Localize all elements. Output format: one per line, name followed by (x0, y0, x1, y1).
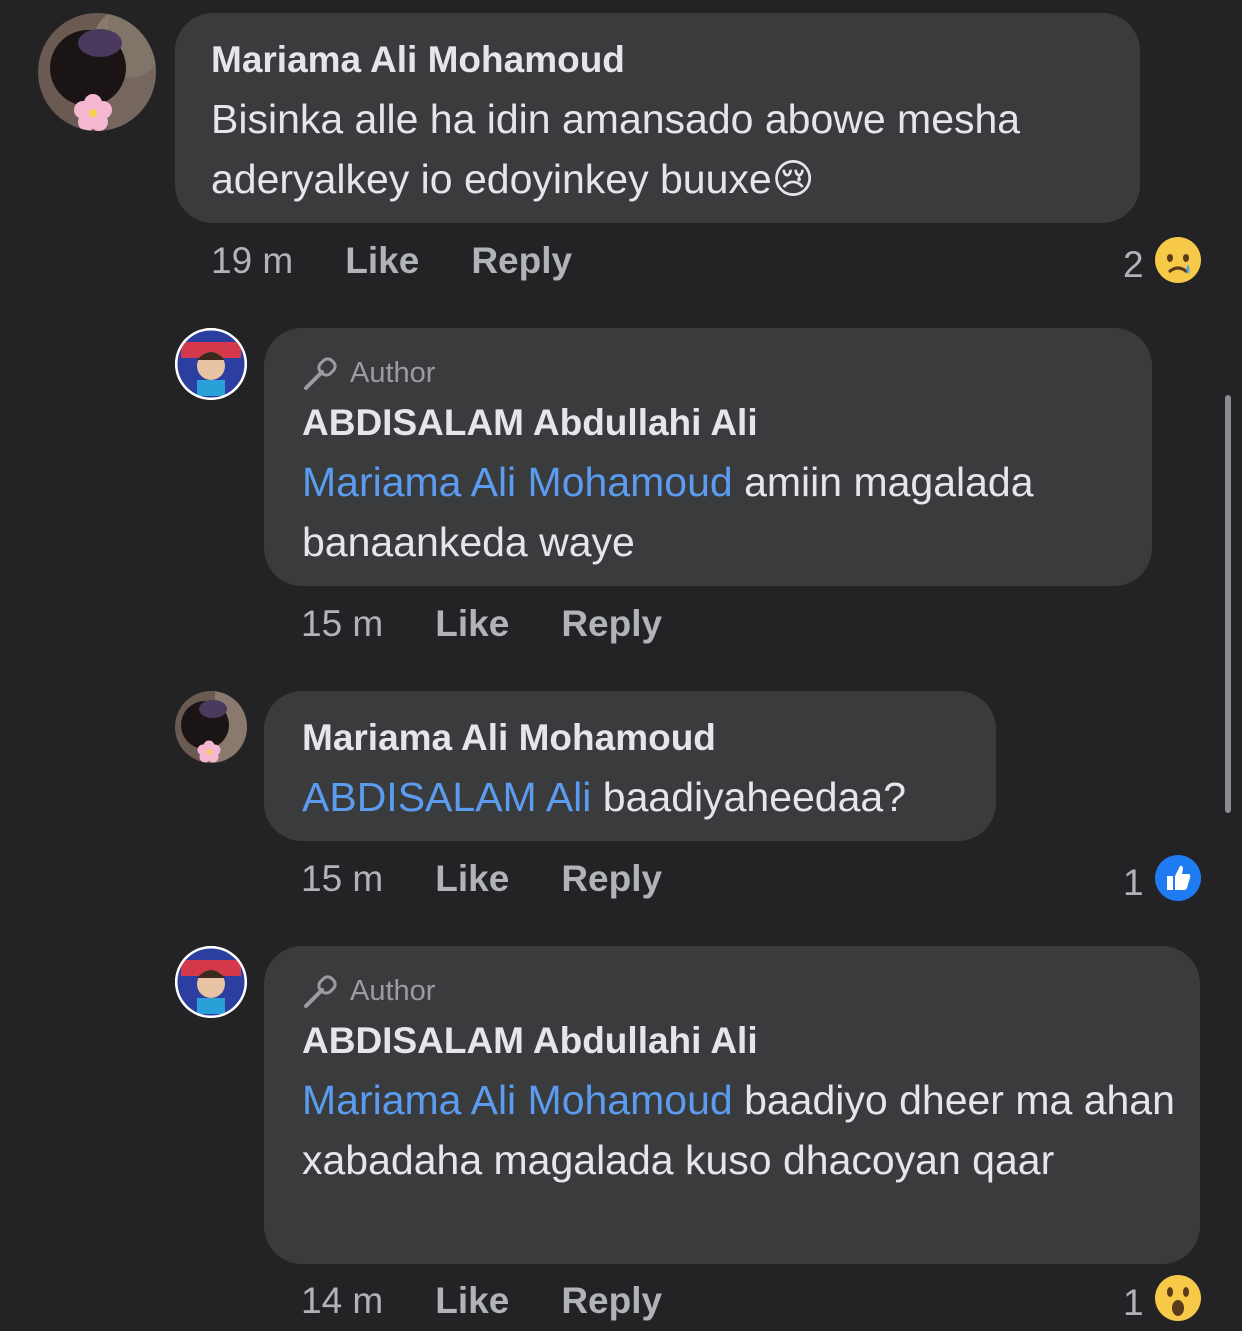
microphone-icon (304, 975, 337, 1008)
like-button[interactable]: Like (435, 858, 509, 900)
comment-author[interactable]: Mariama Ali Mohamoud (302, 717, 716, 759)
comment-author[interactable]: Mariama Ali Mohamoud (211, 39, 625, 81)
comment-author[interactable]: ABDISALAM Abdullahi Ali (302, 1020, 758, 1062)
author-badge: Author (302, 974, 435, 1008)
reaction-summary[interactable]: 1 (1123, 1274, 1202, 1331)
sad-reaction-icon (1154, 236, 1202, 293)
crying-emoji: 😢 (771, 156, 815, 202)
comment-actions: 15 m Like Reply (301, 858, 662, 900)
reaction-count: 1 (1123, 1281, 1144, 1323)
comment-timestamp[interactable]: 15 m (301, 603, 383, 645)
microphone-icon (304, 357, 337, 390)
mention-link[interactable]: ABDISALAM Ali (302, 774, 591, 820)
reply-button[interactable]: Reply (471, 240, 572, 282)
comment-timestamp[interactable]: 19 m (211, 240, 293, 282)
comment-bubble[interactable]: Mariama Ali Mohamoud ABDISALAM Ali baadi… (264, 691, 996, 841)
comment-actions: 19 m Like Reply (211, 240, 572, 282)
like-button[interactable]: Like (345, 240, 419, 282)
comment-actions: 14 m Like Reply (301, 1280, 662, 1322)
reaction-summary[interactable]: 1 (1123, 854, 1202, 911)
reply-button[interactable]: Reply (561, 1280, 662, 1322)
author-tag-label: Author (350, 974, 436, 1007)
reply-button[interactable]: Reply (561, 858, 662, 900)
wow-reaction-icon (1154, 1274, 1202, 1331)
comment-timestamp[interactable]: 14 m (301, 1280, 383, 1322)
comment-bubble[interactable]: Author ABDISALAM Abdullahi Ali Mariama A… (264, 946, 1200, 1264)
scrollbar[interactable] (1225, 395, 1231, 813)
reaction-count: 1 (1123, 861, 1144, 903)
comment-text: Mariama Ali Mohamoud baadiyo dheer ma ah… (302, 1077, 1175, 1183)
mention-link[interactable]: Mariama Ali Mohamoud (302, 1077, 733, 1123)
comment-actions: 15 m Like Reply (301, 603, 662, 645)
comment-author[interactable]: ABDISALAM Abdullahi Ali (302, 402, 758, 444)
comment-bubble[interactable]: Mariama Ali Mohamoud Bisinka alle ha idi… (175, 13, 1140, 223)
comment-timestamp[interactable]: 15 m (301, 858, 383, 900)
mention-link[interactable]: Mariama Ali Mohamoud (302, 459, 733, 505)
comment-text: ABDISALAM Ali baadiyaheedaa? (302, 774, 907, 820)
reaction-count: 2 (1123, 243, 1144, 285)
avatar-mariama[interactable] (38, 13, 156, 131)
comment-text: Bisinka alle ha idin amansado abowe mesh… (211, 96, 1021, 202)
like-reaction-icon (1154, 854, 1202, 911)
avatar-abdisalam[interactable] (175, 328, 247, 400)
reply-button[interactable]: Reply (561, 603, 662, 645)
author-tag-label: Author (350, 356, 436, 389)
avatar-abdisalam[interactable] (175, 946, 247, 1018)
avatar-mariama[interactable] (175, 691, 247, 763)
like-button[interactable]: Like (435, 1280, 509, 1322)
author-badge: Author (302, 356, 435, 390)
comment-text: Mariama Ali Mohamoud amiin magalada bana… (302, 459, 1034, 565)
like-button[interactable]: Like (435, 603, 509, 645)
comment-bubble[interactable]: Author ABDISALAM Abdullahi Ali Mariama A… (264, 328, 1152, 586)
reaction-summary[interactable]: 2 (1123, 236, 1202, 293)
